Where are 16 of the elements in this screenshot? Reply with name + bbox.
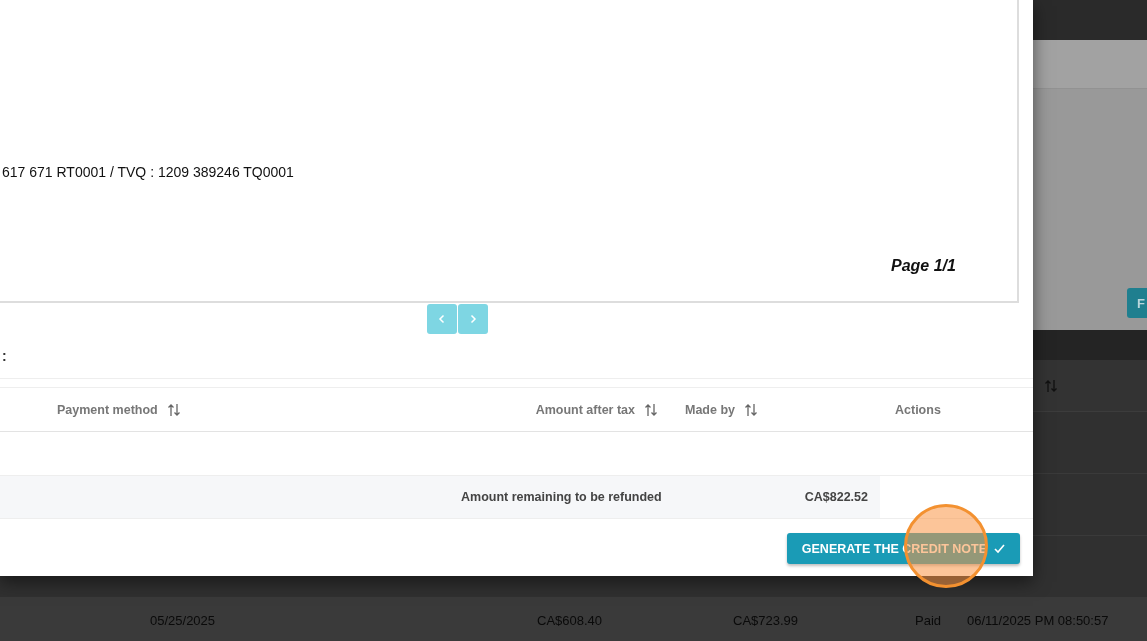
check-icon	[993, 542, 1006, 555]
column-header: Payment method	[57, 402, 158, 417]
field-label: :	[2, 348, 7, 364]
background-button[interactable]: F	[1127, 288, 1147, 318]
chevron-left-icon	[437, 314, 447, 324]
summary-label: Amount remaining to be refunded	[461, 490, 662, 504]
chevron-right-icon	[468, 314, 478, 324]
tax-number-line: 617 671 RT0001 / TVQ : 1209 389246 TQ0001	[2, 164, 294, 180]
sort-icon[interactable]	[744, 402, 758, 417]
column-header: Made by	[685, 402, 735, 417]
column-header: Actions	[895, 402, 941, 417]
summary-value: CA$822.52	[804, 490, 868, 504]
sort-icon[interactable]	[166, 402, 181, 417]
sort-icon[interactable]	[644, 402, 658, 417]
column-header: Amount after tax	[535, 402, 635, 417]
page-number: Page 1/1	[891, 257, 956, 275]
